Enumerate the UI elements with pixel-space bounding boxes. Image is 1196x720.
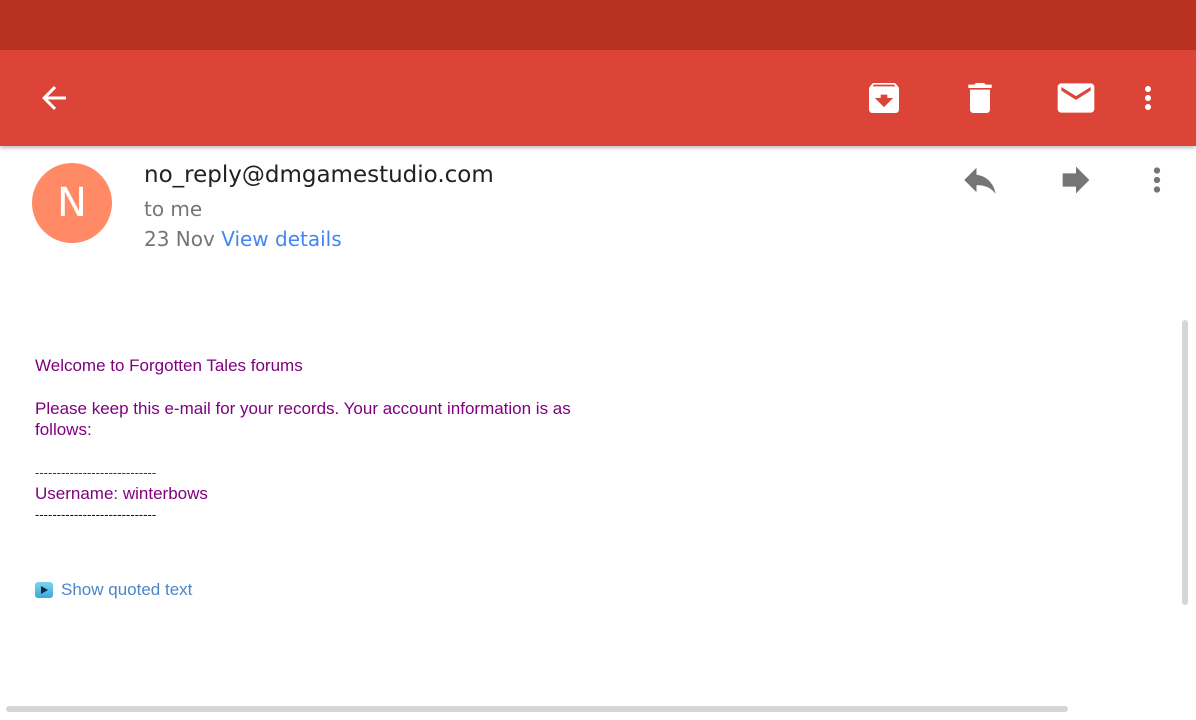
show-quoted-text-label: Show quoted text <box>61 580 193 599</box>
reply-icon <box>964 167 996 194</box>
archive-button[interactable] <box>856 72 912 124</box>
greeting-text: Welcome to Forgotten Tales forums <box>35 356 303 375</box>
view-details-link[interactable]: View details <box>221 227 341 251</box>
trash-icon <box>968 83 992 113</box>
avatar[interactable]: N <box>32 163 112 243</box>
username-text: Username: winterbows <box>35 484 208 503</box>
message-header: N no_reply@dmgamestudio.com to me 23 Nov… <box>0 146 1196 276</box>
delete-button[interactable] <box>952 72 1008 124</box>
separator-top: ---------------------------- <box>35 465 157 480</box>
forward-icon <box>1062 166 1090 194</box>
play-icon <box>35 582 53 598</box>
mark-unread-button[interactable] <box>1048 72 1104 124</box>
horizontal-scrollbar[interactable] <box>6 706 1068 712</box>
records-text-line2: follows: <box>35 420 92 439</box>
mail-icon <box>1057 83 1095 113</box>
reply-button[interactable] <box>952 158 1008 202</box>
avatar-letter: N <box>57 180 87 226</box>
sender-address: no_reply@dmgamestudio.com <box>144 162 494 188</box>
forward-button[interactable] <box>1048 158 1104 202</box>
archive-icon <box>869 83 899 113</box>
separator-bottom: ---------------------------- <box>35 507 157 522</box>
back-button[interactable] <box>26 72 82 124</box>
more-vert-icon <box>1145 86 1151 110</box>
status-bar <box>0 0 1196 50</box>
vertical-scrollbar[interactable] <box>1182 320 1188 605</box>
more-vert-icon <box>1153 167 1161 193</box>
show-quoted-text-link[interactable]: Show quoted text <box>35 580 192 600</box>
arrow-back-icon <box>42 86 66 110</box>
records-text-line1: Please keep this e-mail for your records… <box>35 399 571 418</box>
message-date: 23 Nov <box>144 227 215 251</box>
date-line: 23 Nov View details <box>144 227 342 251</box>
message-body: Welcome to Forgotten Tales forums Please… <box>35 355 675 525</box>
toolbar-overflow-button[interactable] <box>1126 72 1170 124</box>
recipient-label: to me <box>144 197 203 221</box>
message-overflow-button[interactable] <box>1135 158 1179 202</box>
app-toolbar <box>0 50 1196 146</box>
